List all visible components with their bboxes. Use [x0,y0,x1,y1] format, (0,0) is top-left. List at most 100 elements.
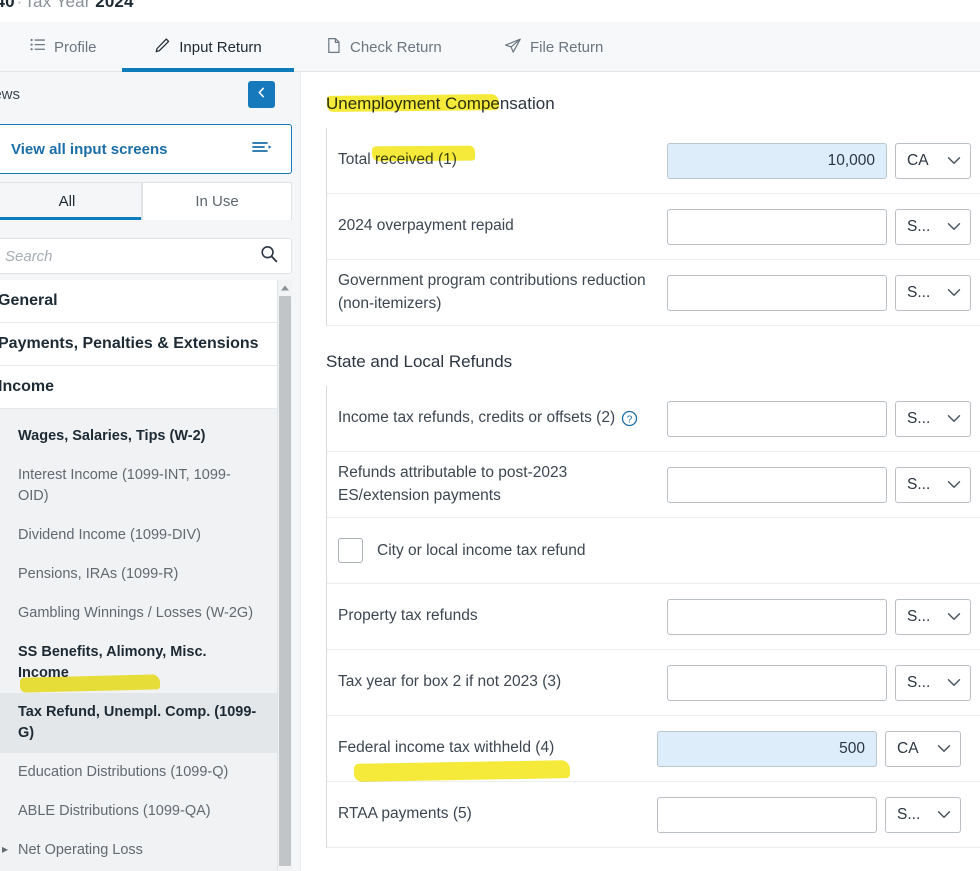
tax-year-box2-state-select[interactable]: S... [895,665,971,701]
nav-group-payments[interactable]: Payments, Penalties & Extensions [0,323,277,366]
overpayment-repaid-input[interactable] [667,209,887,245]
input-form-panel: Unemployment Compensation Total received… [300,72,980,871]
nav-sub-income: Wages, Salaries, Tips (W-2) Interest Inc… [0,409,277,871]
row-city-local-refund: City or local income tax refund [327,518,980,584]
refunds-post-2023-state-select[interactable]: S... [895,467,971,503]
tab-file-return[interactable]: File Return [500,22,620,72]
tax-year-value: 2024 [95,0,133,11]
list-icon [30,37,46,57]
row-label: Refunds attributable to post-2023 ES/ext… [327,462,667,507]
city-local-refund-checkbox[interactable] [338,538,363,563]
city-local-refund-checkbox-row[interactable]: City or local income tax refund [327,538,585,563]
chevron-right-icon: ▸ [2,841,8,858]
select-value: S... [897,806,920,824]
row-property-tax-refunds: Property tax refunds S... [327,584,980,650]
chevron-down-icon [947,476,961,494]
tab-profile[interactable]: Profile [26,22,122,72]
input-screens-list: General Payments, Penalties & Extensions… [0,280,277,871]
chevron-down-icon [947,410,961,428]
federal-income-tax-withheld-input[interactable]: 500 [657,731,877,767]
government-program-contributions-state-select[interactable]: S... [895,275,971,311]
sidebar-tab-in-use[interactable]: In Use [142,182,292,220]
nav-item-education-1099q[interactable]: Education Distributions (1099-Q) [0,753,277,792]
chevron-down-icon [947,218,961,236]
city-local-refund-label: City or local income tax refund [377,542,585,560]
view-all-input-screens-button[interactable]: View all input screens [0,124,292,174]
segment-active-underline [0,217,141,220]
nav-item-pensions-iras[interactable]: Pensions, IRAs (1099-R) [0,555,277,594]
sidebar-scrollbar[interactable] [277,280,292,871]
row-label: Tax year for box 2 if not 2023 (3) [327,671,667,693]
row-label: Federal income tax withheld (4) [327,737,667,759]
select-value: S... [907,284,930,302]
row-label: 2024 overpayment repaid [327,215,667,237]
nav-group-label: General [0,292,277,310]
nav-item-gambling[interactable]: Gambling Winnings / Losses (W-2G) [0,594,277,633]
nav-group-label: Income [0,378,277,396]
sidebar-tab-in-use-label: In Use [195,193,238,210]
nav-group-general[interactable]: General [0,280,277,323]
field-group-unemployment: Total received (1) 10,000 CA 2024 overpa… [326,128,980,326]
row-tax-year-box2: Tax year for box 2 if not 2023 (3) S... [327,650,980,716]
select-value: S... [907,218,930,236]
total-received-input[interactable]: 10,000 [667,143,887,179]
nav-item-tax-refund-1099g[interactable]: Tax Refund, Unempl. Comp. (1099-G) [0,693,277,753]
select-value: S... [907,476,930,494]
sidebar-tab-all[interactable]: All [0,182,142,220]
chevron-down-icon [937,806,951,824]
page-title: 040·Tax Year 2024 [0,0,134,12]
nav-item-dividend-income[interactable]: Dividend Income (1099-DIV) [0,516,277,555]
tab-profile-label: Profile [54,39,97,56]
rtaa-payments-state-select[interactable]: S... [885,797,961,833]
select-value: S... [907,410,930,428]
search-icon[interactable] [259,244,279,269]
row-government-program-contributions: Government program contributions reducti… [327,260,980,326]
caret-up-icon[interactable] [278,281,292,295]
nav-item-net-operating-loss[interactable]: ▸ Net Operating Loss [0,831,277,870]
income-tax-refunds-input[interactable] [667,401,887,437]
svg-text:?: ? [627,414,633,425]
help-icon[interactable]: ? [621,410,638,427]
select-value: S... [907,674,930,692]
rtaa-payments-input[interactable] [657,797,877,833]
sidebar-header: iews [0,72,300,124]
chevron-down-icon [947,152,961,170]
property-tax-refunds-input[interactable] [667,599,887,635]
tab-input-return-label: Input Return [179,39,262,56]
sidebar-tab-all-label: All [59,193,76,210]
row-refunds-post-2023: Refunds attributable to post-2023 ES/ext… [327,452,980,518]
row-label-text: Income tax refunds, credits or offsets (… [338,407,615,429]
sidebar-collapse-button[interactable] [248,81,275,108]
sidebar-filter-tabs: All In Use [0,182,292,220]
income-tax-refunds-state-select[interactable]: S... [895,401,971,437]
nav-item-interest-income[interactable]: Interest Income (1099-INT, 1099-OID) [0,456,277,516]
overpayment-repaid-state-select[interactable]: S... [895,209,971,245]
select-value: CA [897,740,919,758]
row-income-tax-refunds: Income tax refunds, credits or offsets (… [327,386,980,452]
total-received-state-select[interactable]: CA [895,143,971,179]
row-total-received: Total received (1) 10,000 CA [327,128,980,194]
nav-group-income[interactable]: Income [0,366,277,409]
nav-group-label: Payments, Penalties & Extensions [0,335,277,353]
property-tax-refunds-state-select[interactable]: S... [895,599,971,635]
chevron-down-icon [937,740,951,758]
document-icon [326,37,342,58]
tab-check-return[interactable]: Check Return [322,22,462,72]
tax-year-box2-input[interactable] [667,665,887,701]
refunds-post-2023-input[interactable] [667,467,887,503]
row-federal-income-tax-withheld: Federal income tax withheld (4) 500 CA [327,716,980,782]
search-input[interactable] [5,248,259,265]
federal-income-tax-withheld-state-select[interactable]: CA [885,731,961,767]
nav-item-able-1099qa[interactable]: ABLE Distributions (1099-QA) [0,792,277,831]
chevron-down-icon [947,608,961,626]
tab-check-return-label: Check Return [350,39,442,56]
row-overpayment-repaid: 2024 overpayment repaid S... [327,194,980,260]
nav-item-w2[interactable]: Wages, Salaries, Tips (W-2) [0,417,277,456]
scrollbar-thumb[interactable] [279,296,291,866]
government-program-contributions-input[interactable] [667,275,887,311]
sidebar-search[interactable] [0,238,292,274]
tab-input-return[interactable]: Input Return [122,22,294,72]
main-tab-bar: Profile Input Return Check Return F [0,22,980,72]
tax-year-label: Tax Year [24,0,90,11]
nav-item-ss-benefits[interactable]: SS Benefits, Alimony, Misc. Income [0,633,277,693]
